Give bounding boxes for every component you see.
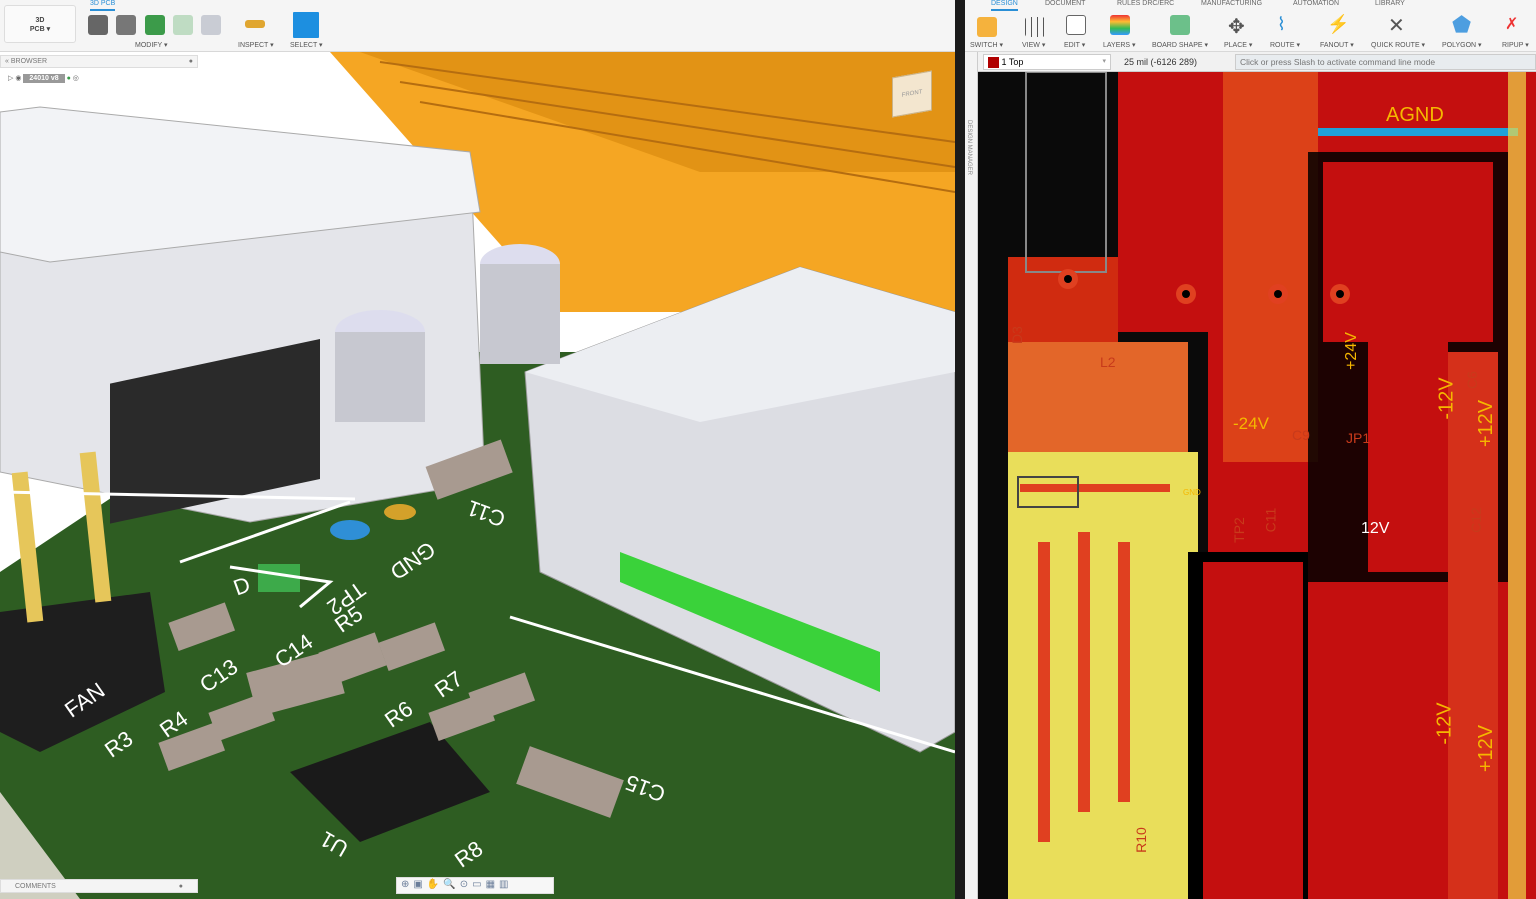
edit-menu[interactable]: EDIT ▾ xyxy=(1064,41,1085,49)
viewcube-label: FRONT xyxy=(901,89,923,99)
label-plus24v: +24V xyxy=(1342,332,1360,370)
pan-icon[interactable]: ✋ xyxy=(427,879,443,890)
grid-icon[interactable]: ▦ xyxy=(486,879,499,890)
inspect-menu[interactable]: INSPECT ▾ xyxy=(238,41,274,49)
visibility-icon[interactable]: ◉ xyxy=(15,75,21,82)
command-line-input[interactable] xyxy=(1235,54,1536,70)
board-shape-menu[interactable]: BOARD SHAPE ▾ xyxy=(1152,41,1208,49)
3d-viewport[interactable]: FAN R3 R4 C13 C14 R5 R6 R7 TP2 GND C11 D… xyxy=(0,52,955,899)
label-gnd: GND xyxy=(1183,488,1201,497)
tab-manufacturing[interactable]: MANUFACTURING xyxy=(1201,0,1262,7)
polygon-icon[interactable]: ⬟ xyxy=(1452,12,1471,38)
layer-color-swatch xyxy=(988,57,999,69)
appearance-icon[interactable] xyxy=(201,15,221,35)
design-toolbar: DESIGN DOCUMENT RULES DRC/ERC MANUFACTUR… xyxy=(965,0,1536,52)
label-c11: C11 xyxy=(1262,507,1279,533)
select-menu[interactable]: SELECT ▾ xyxy=(290,41,323,49)
polygon-menu[interactable]: POLYGON ▾ xyxy=(1442,41,1482,49)
pcb-canvas[interactable]: AGND +24V -24V -12V +12V 12V -12V +12V C… xyxy=(978,71,1536,899)
label-plus12v-2: +12V xyxy=(1475,724,1498,773)
modify-menu[interactable]: MODIFY ▾ xyxy=(135,41,168,49)
comments-title: COMMENTS xyxy=(15,883,56,890)
display-icon[interactable]: ▭ xyxy=(472,879,485,890)
layer-select[interactable]: 1 Top ▾ xyxy=(983,54,1111,70)
browser-tree: ▷ ◉ 24010 v8 ● ◎ xyxy=(0,70,210,88)
label-agnd: AGND xyxy=(1386,104,1444,126)
measure-icon[interactable] xyxy=(245,20,265,28)
browser-panel-header[interactable]: « BROWSER ● xyxy=(0,55,198,68)
route-menu[interactable]: ROUTE ▾ xyxy=(1270,41,1300,49)
fanout-icon[interactable]: ⚡ xyxy=(1327,14,1349,35)
layer-bar: 1 Top ▾ 25 mil (-6126 289) xyxy=(965,52,1536,72)
browser-document-node[interactable]: 24010 v8 xyxy=(23,74,65,83)
route-icon[interactable]: ⌇ xyxy=(1277,14,1286,35)
switch-menu[interactable]: SWITCH ▾ xyxy=(970,41,1003,49)
view-menu[interactable]: VIEW ▾ xyxy=(1022,41,1045,49)
quick-route-icon[interactable]: ✕ xyxy=(1388,13,1405,38)
tab-document[interactable]: DOCUMENT xyxy=(1045,0,1085,7)
tab-3d-pcb[interactable]: 3D PCB xyxy=(90,0,116,11)
layers-menu[interactable]: LAYERS ▾ xyxy=(1103,41,1136,49)
3d-board-render xyxy=(0,52,955,899)
label-l2: L2 xyxy=(1100,354,1116,370)
active-icon: ● xyxy=(66,75,71,82)
pcb-disabled-icon xyxy=(173,15,193,35)
browser-title: BROWSER xyxy=(10,58,48,65)
look-at-icon[interactable]: ▣ xyxy=(413,879,426,890)
fanout-menu[interactable]: FANOUT ▾ xyxy=(1320,41,1354,49)
zoom-icon[interactable]: 🔍 xyxy=(443,879,459,890)
label-minus12v: -12V xyxy=(1435,377,1458,420)
switch-icon[interactable] xyxy=(977,17,997,37)
viewcube[interactable]: FRONT xyxy=(892,70,932,118)
label-r10: R10 xyxy=(1132,827,1149,853)
layer-name: 1 Top xyxy=(1001,57,1024,67)
pcb-layout-render xyxy=(978,71,1536,899)
grid-view-icon[interactable] xyxy=(1025,17,1045,37)
ripup-menu[interactable]: RIPUP ▾ xyxy=(1502,41,1529,49)
navigation-bar: ⊕▣✋🔍⊙▭▦▥ xyxy=(396,877,554,894)
workspace-line2: PCB xyxy=(29,26,45,33)
label-c6: C6 xyxy=(1463,371,1480,389)
move-icon[interactable] xyxy=(116,15,136,35)
label-plus12v: +12V xyxy=(1475,399,1498,448)
design-manager-strip[interactable]: DESIGN MANAGER xyxy=(965,52,978,899)
viewports-icon[interactable]: ▥ xyxy=(499,879,512,890)
push-pull-icon[interactable] xyxy=(88,15,108,35)
tab-library[interactable]: LIBRARY xyxy=(1375,0,1405,7)
tab-rules[interactable]: RULES DRC/ERC xyxy=(1117,0,1174,7)
workspace-switch-button[interactable]: 3D PCB ▾ xyxy=(4,5,76,43)
grid-coordinates: 25 mil (-6126 289) xyxy=(1124,57,1198,67)
tab-design[interactable]: DESIGN xyxy=(991,0,1018,11)
label-c9: C9 xyxy=(1292,427,1310,443)
3d-toolbar: 3D PCB ▾ 3D PCB MODIFY ▾ INSPECT ▾ SELECT… xyxy=(0,0,955,52)
label-12v: 12V xyxy=(1361,520,1390,537)
expand-icon[interactable]: ▷ xyxy=(8,75,13,82)
select-icon[interactable] xyxy=(293,12,319,38)
workspace-line1: 3D xyxy=(35,17,45,24)
orbit-icon[interactable]: ⊕ xyxy=(401,879,413,890)
place-menu[interactable]: PLACE ▾ xyxy=(1224,41,1252,49)
3d-pcb-pane: FAN R3 R4 C13 C14 R5 R6 R7 TP2 GND C11 D… xyxy=(0,0,955,899)
quick-route-menu[interactable]: QUICK ROUTE ▾ xyxy=(1371,41,1425,49)
label-minus24v: -24V xyxy=(1233,414,1269,433)
label-jp1: JP1 xyxy=(1346,430,1371,446)
design-manager-label: DESIGN MANAGER xyxy=(966,120,972,176)
ripup-icon[interactable]: ✗ xyxy=(1505,14,1518,34)
fit-icon[interactable]: ⊙ xyxy=(460,879,472,890)
comments-panel[interactable]: COMMENTS ● xyxy=(0,879,198,893)
place-icon[interactable]: ✥ xyxy=(1228,14,1245,39)
label-c12: C12 xyxy=(1467,507,1484,533)
pane-splitter[interactable] xyxy=(955,0,965,899)
2d-pcb-pane: DESIGN DOCUMENT RULES DRC/ERC MANUFACTUR… xyxy=(965,0,1536,899)
tab-automation[interactable]: AUTOMATION xyxy=(1293,0,1339,7)
board-shape-icon[interactable] xyxy=(1170,15,1190,35)
radio-icon[interactable]: ◎ xyxy=(73,75,79,82)
edit-icon[interactable] xyxy=(1066,15,1086,35)
layers-icon[interactable] xyxy=(1110,15,1130,35)
label-tp2: TP2 xyxy=(1230,517,1247,543)
pcb-icon[interactable] xyxy=(145,15,165,35)
label-minus12v-2: -12V xyxy=(1433,702,1456,745)
label-d3: D3 xyxy=(1008,326,1025,344)
